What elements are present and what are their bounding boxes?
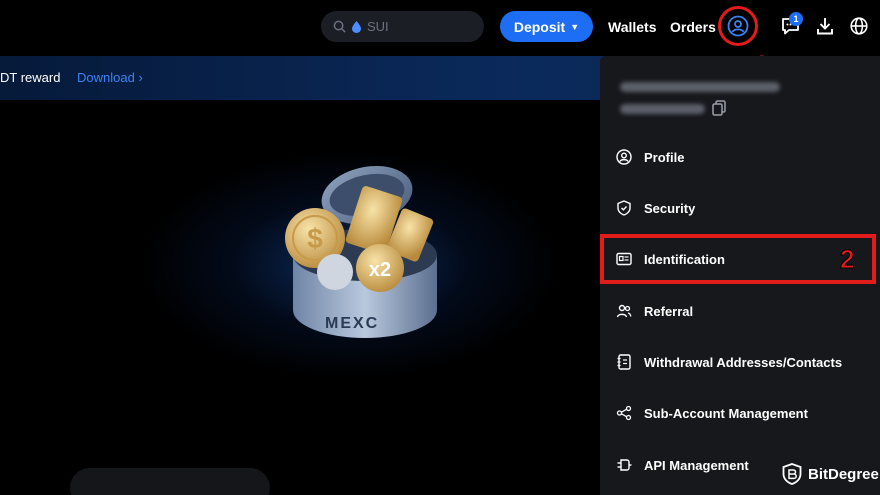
user-account-button[interactable]	[718, 6, 758, 46]
banner-reward-text: DT reward	[0, 70, 61, 85]
search-placeholder: SUI	[367, 19, 389, 34]
sub-account-icon	[616, 405, 632, 421]
wallets-link[interactable]: Wallets	[608, 19, 657, 35]
redacted-uid	[620, 104, 705, 114]
menu-item-sub-account-management[interactable]: Sub-Account Management	[600, 391, 876, 435]
globe-icon[interactable]	[849, 16, 869, 36]
orders-link[interactable]: Orders	[670, 19, 716, 35]
sui-drop-icon	[352, 20, 361, 33]
bitdegree-watermark: BitDegree	[782, 463, 879, 485]
svg-text:x2: x2	[369, 259, 391, 281]
bottom-panel-edge	[70, 468, 270, 495]
copy-icon[interactable]	[712, 100, 726, 116]
menu-item-label: Sub-Account Management	[644, 405, 808, 421]
download-icon[interactable]	[815, 16, 835, 36]
menu-item-label: Withdrawal Addresses/Contacts	[644, 354, 843, 370]
banner-download-link[interactable]: Download ›	[77, 70, 143, 85]
plug-icon	[616, 457, 632, 473]
redacted-email	[620, 82, 780, 92]
menu-item-label: Profile	[644, 149, 685, 165]
user-circle-icon	[616, 149, 632, 165]
watermark-text: BitDegree	[808, 465, 879, 483]
notification-badge: 1	[789, 12, 803, 26]
mexc-coin-tin-illustration: $ x2 MEXC	[285, 165, 437, 338]
menu-item-withdrawal-addresses[interactable]: Withdrawal Addresses/Contacts	[600, 340, 876, 384]
deposit-label: Deposit	[513, 18, 566, 35]
tin-brand-text: MEXC	[325, 315, 379, 332]
user-circle-icon	[727, 15, 749, 37]
menu-item-identification[interactable]: Identification	[600, 234, 876, 284]
search-icon	[333, 20, 346, 33]
caret-down-icon: ▼	[570, 21, 580, 32]
shield-icon	[616, 200, 632, 216]
svg-text:$: $	[307, 223, 323, 254]
menu-item-label: API Management	[644, 457, 749, 473]
address-book-icon	[616, 354, 632, 370]
deposit-button[interactable]: Deposit ▼	[500, 11, 593, 42]
step-2-annotation: 2	[839, 244, 855, 275]
menu-item-label: Security	[644, 200, 696, 216]
banner-download-label: Download	[77, 70, 135, 85]
search-input[interactable]: SUI	[321, 11, 484, 42]
bitdegree-logo-icon	[782, 463, 802, 485]
id-card-icon	[616, 251, 632, 267]
menu-item-label: Referral	[644, 303, 694, 319]
menu-item-profile[interactable]: Profile	[600, 135, 876, 179]
menu-item-label: Identification	[644, 251, 725, 267]
menu-item-security[interactable]: Security	[600, 186, 876, 230]
users-icon	[616, 303, 632, 319]
chevron-right-icon: ›	[138, 70, 143, 85]
menu-item-referral[interactable]: Referral	[600, 289, 876, 333]
